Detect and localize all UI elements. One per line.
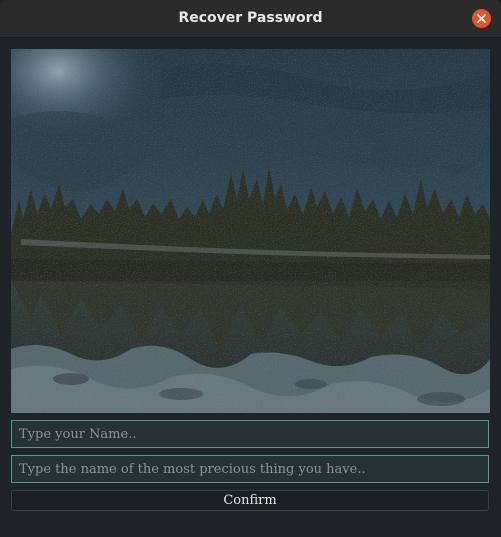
precious-thing-input[interactable]	[11, 455, 489, 483]
dialog-content: Confirm	[0, 38, 501, 537]
window-title: Recover Password	[178, 10, 323, 26]
title-bar: Recover Password	[0, 0, 501, 38]
close-button[interactable]	[472, 9, 491, 28]
confirm-button[interactable]: Confirm	[11, 490, 489, 511]
recover-password-window: Recover Password Type your Name.. Type t…	[0, 0, 501, 537]
landscape-image	[11, 49, 490, 413]
close-icon	[477, 14, 486, 23]
name-input[interactable]	[11, 420, 489, 448]
